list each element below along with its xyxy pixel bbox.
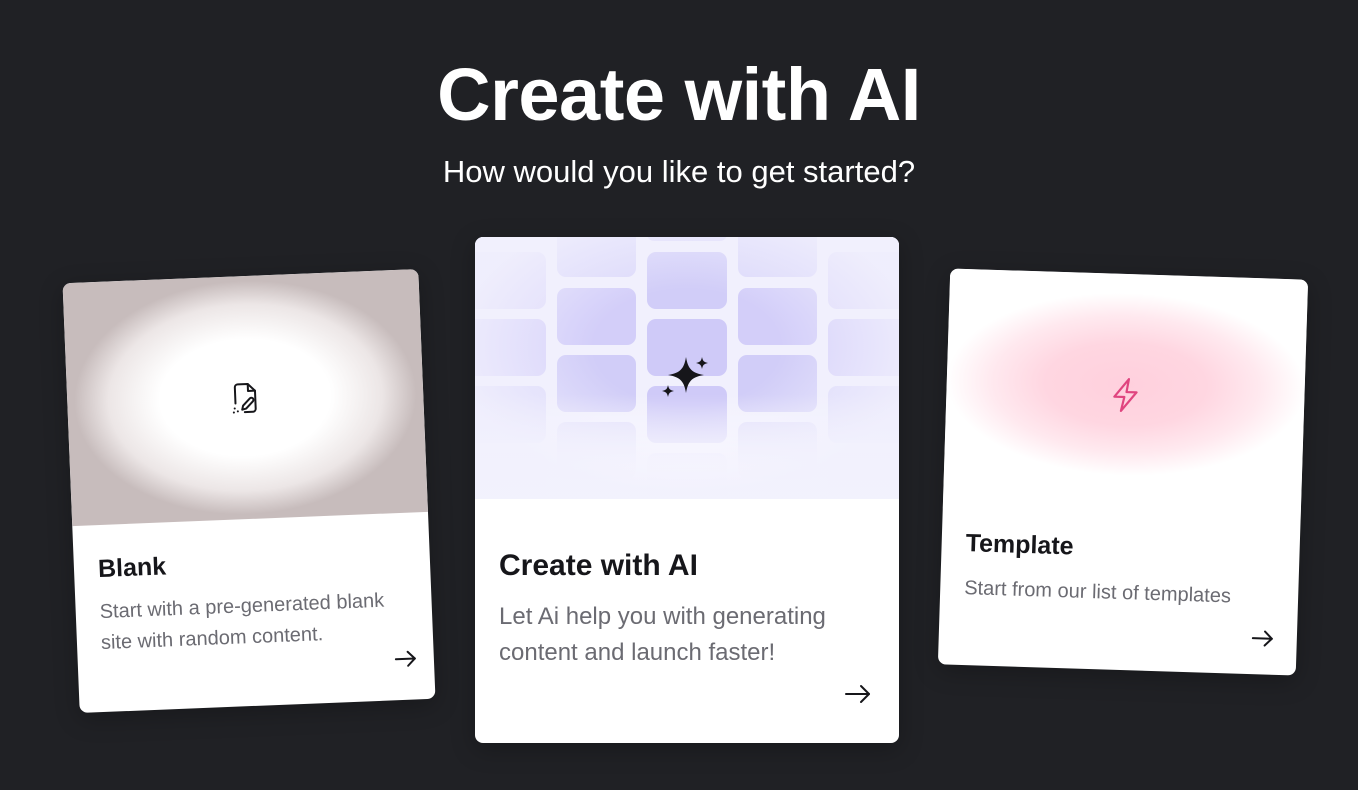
create-page: Create with AI How would you like to get…: [0, 0, 1358, 790]
arrow-right-icon[interactable]: [844, 683, 872, 705]
blank-option-card[interactable]: Blank Start with a pre-generated blank s…: [62, 269, 436, 713]
template-option-card[interactable]: Template Start from our list of template…: [937, 268, 1309, 676]
create-with-ai-option-card[interactable]: Create with AI Let Ai help you with gene…: [475, 237, 899, 743]
ai-card-title: Create with AI: [499, 549, 698, 582]
template-card-title: Template: [965, 529, 1074, 561]
arrow-right-icon[interactable]: [1251, 628, 1276, 649]
sparkles-icon: [662, 357, 708, 397]
blank-card-title: Blank: [97, 552, 167, 584]
arrow-right-icon[interactable]: [393, 648, 418, 669]
lightning-icon: [1113, 378, 1138, 413]
blank-card-description: Start with a pre-generated blank site wi…: [99, 589, 385, 655]
page-subtitle: How would you like to get started?: [442, 154, 916, 189]
template-card-description: Start from our list of templates: [963, 577, 1232, 608]
template-card-illustration: [942, 268, 1309, 520]
page-title: Create with AI: [437, 53, 921, 136]
ai-card-description: Let Ai help you with generating content …: [499, 603, 826, 666]
blank-card-illustration: [62, 269, 428, 527]
ai-card-illustration: [475, 237, 899, 499]
file-edit-icon: [232, 382, 257, 414]
